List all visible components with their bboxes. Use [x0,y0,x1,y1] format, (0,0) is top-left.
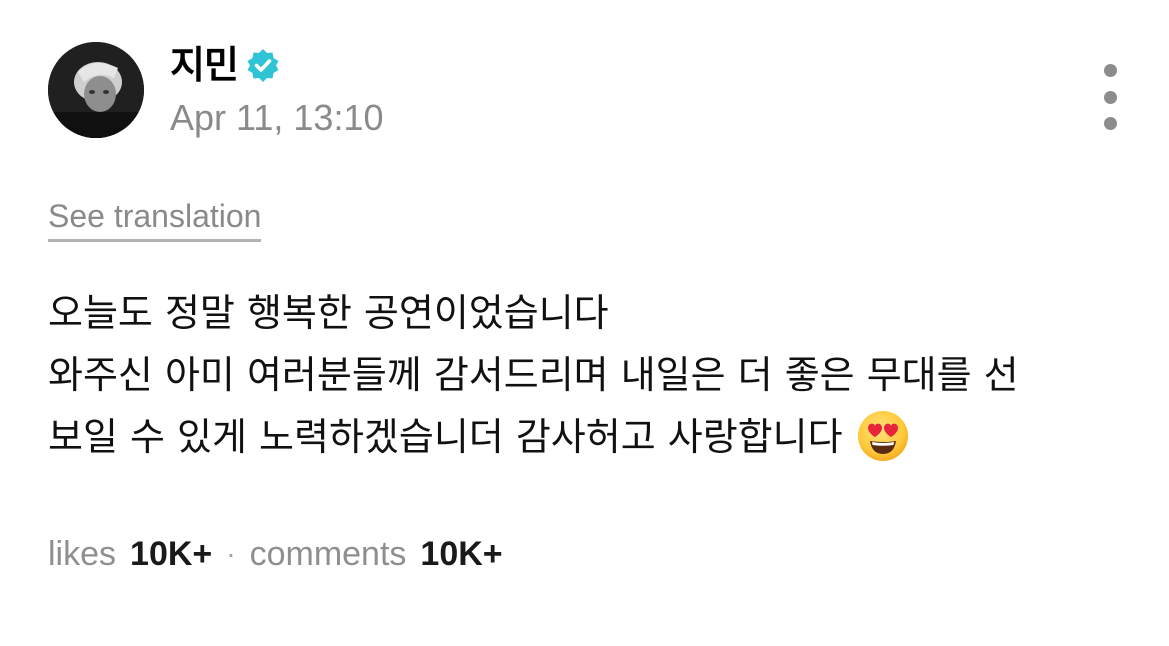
post-body-line: 오늘도 정말 행복한 공연이었습니다 [48,291,609,335]
comments-label[interactable]: comments [250,535,407,574]
post-body-line-text: 보일 수 있게 노력하겠습니더 감사허고 사랑합니다 [48,415,843,459]
post-stats: likes 10K+ · comments 10K+ [48,530,503,578]
more-dot-icon [1103,90,1117,104]
more-options-button[interactable] [1090,64,1130,130]
more-dot-icon [1103,117,1117,130]
likes-label[interactable]: likes [48,535,116,574]
heart-eyes-emoji-icon [857,410,909,462]
post-body-line-last: 보일 수 있게 노력하겠습니더 감사허고 사랑합니다 [48,406,1138,468]
likes-count[interactable]: 10K+ [130,535,212,574]
post-card: 지민 Apr 11, 13:10 See translation 오늘도 정말 … [0,0,1169,646]
comments-count[interactable]: 10K+ [420,535,502,574]
post-timestamp: Apr 11, 13:10 [170,97,384,138]
verified-badge-icon [246,48,280,82]
post-body: 오늘도 정말 행복한 공연이었습니다 와주신 아미 여러분들께 감서드리며 내일… [48,282,1138,468]
more-dot-icon [1103,64,1117,77]
stats-separator: · [226,538,236,569]
author-row: 지민 [170,40,280,90]
avatar[interactable] [48,42,144,138]
post-body-line: 와주신 아미 여러분들께 감서드리며 내일은 더 좋은 무대를 선 [48,353,1019,397]
author-name[interactable]: 지민 [170,40,239,90]
see-translation-link[interactable]: See translation [48,196,262,242]
